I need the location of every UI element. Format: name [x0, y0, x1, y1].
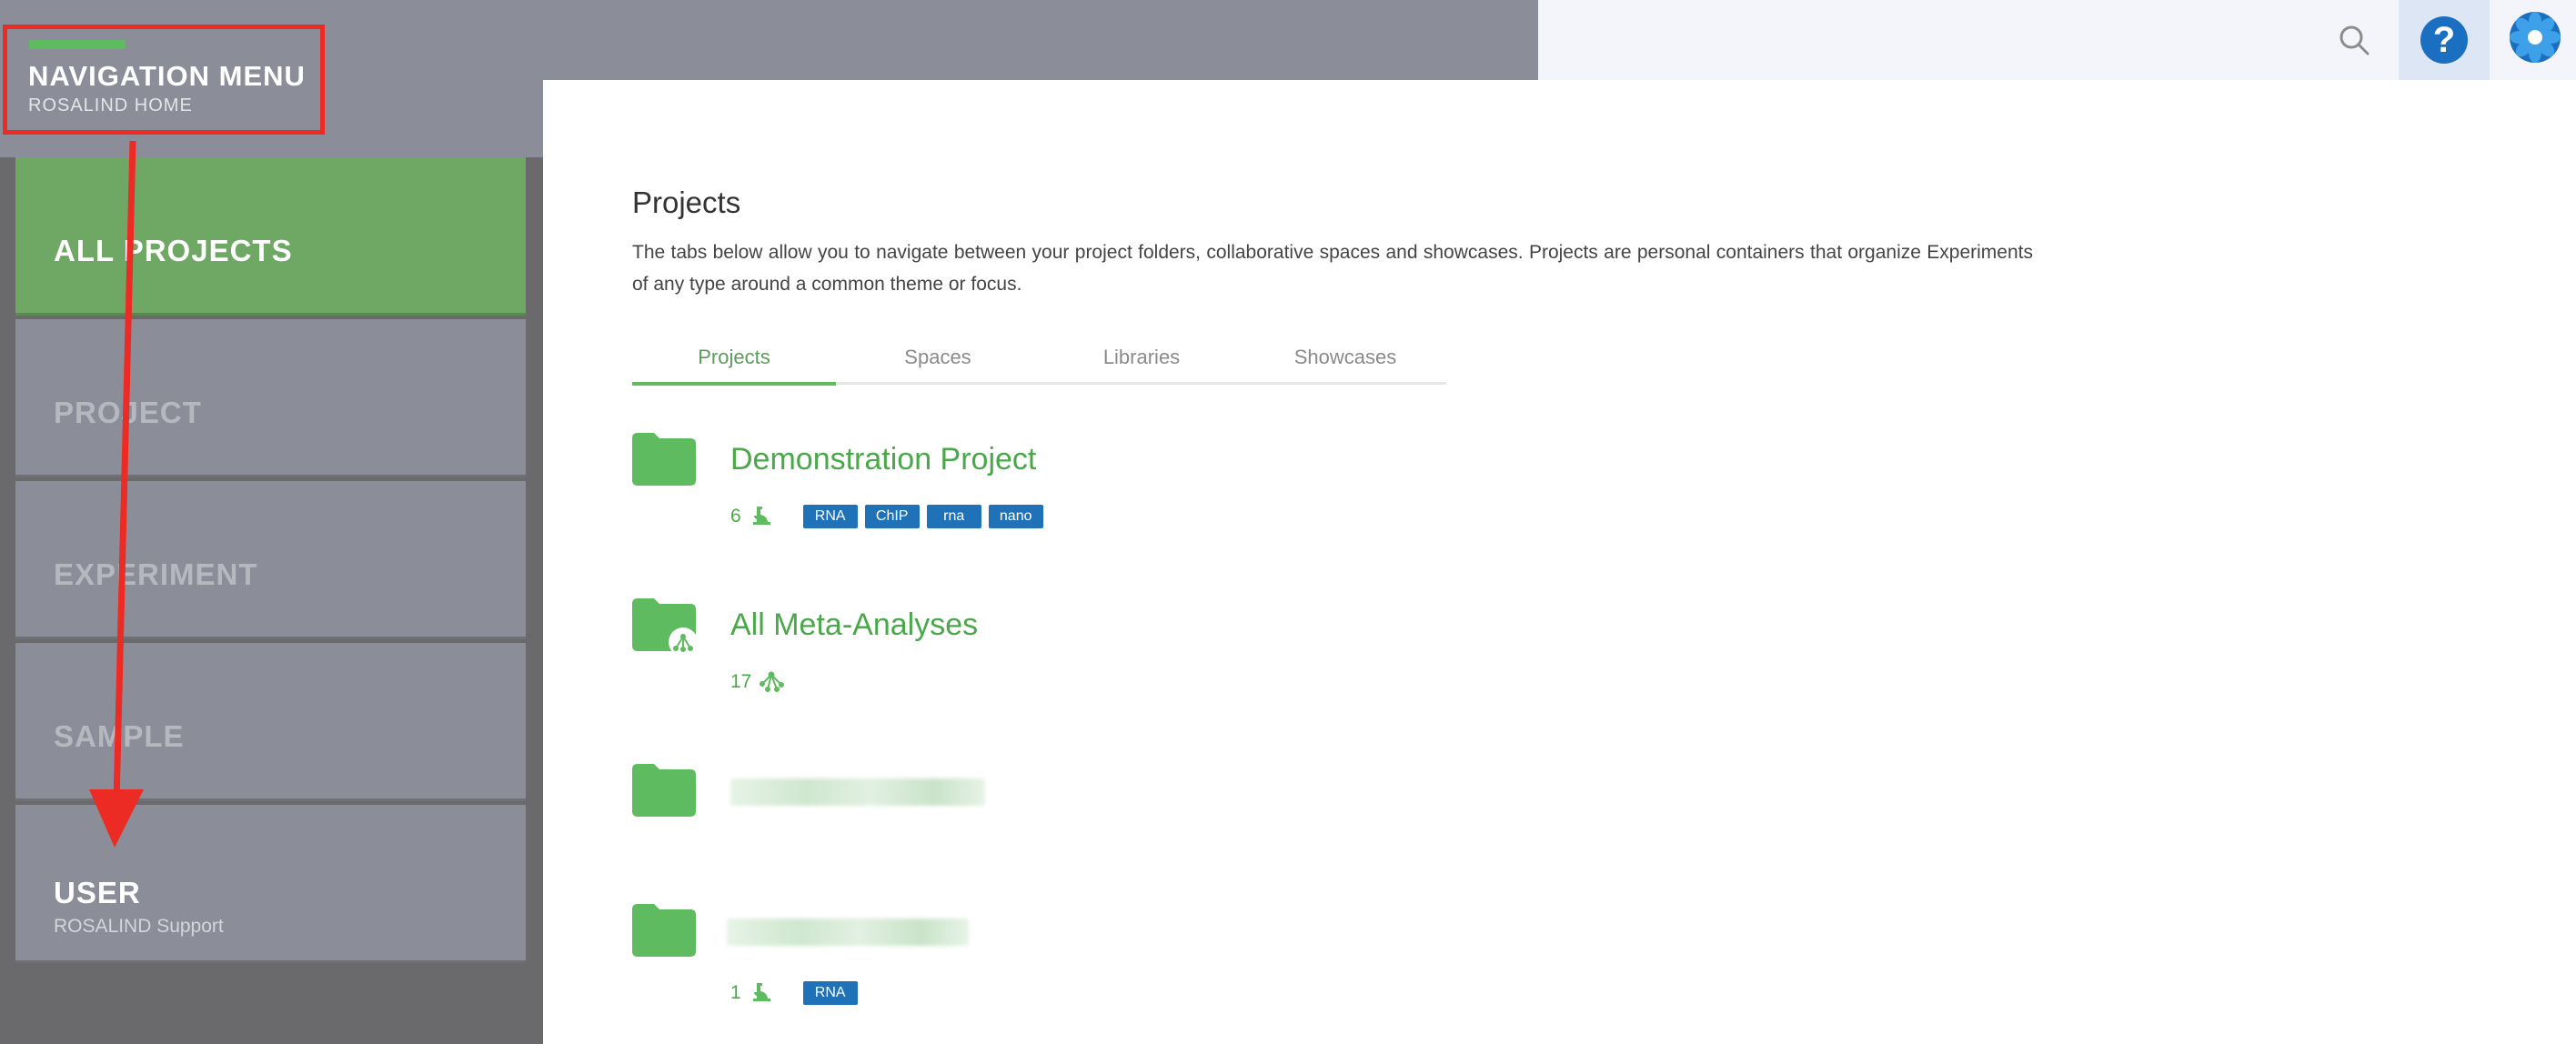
sidebar-item-all-projects[interactable]: ALL PROJECTS [15, 157, 526, 316]
meta-analysis-icon [760, 671, 785, 692]
folder-icon [632, 764, 696, 817]
meta-analysis-folder-icon [632, 598, 698, 657]
project-item[interactable] [632, 764, 1087, 837]
tag-badge: RNA [802, 981, 858, 1005]
sidebar: ALL PROJECTS PROJECT EXPERIMENT SAMPLE U… [0, 157, 543, 1044]
sidebar-item-label: PROJECT [54, 396, 202, 429]
project-tabs: Projects Spaces Libraries Showcases [632, 346, 1447, 386]
sidebar-item-label: USER [54, 876, 141, 909]
experiment-icon [752, 507, 770, 525]
meta-analysis-count: 17 [730, 671, 752, 692]
project-name[interactable]: All Meta-Analyses [730, 607, 978, 643]
project-item[interactable]: Demonstration Project 6 RNA ChIP rna nan… [632, 433, 1087, 533]
tag-badge: rna [926, 505, 981, 528]
project-meta: 17 [730, 669, 806, 695]
tab-spaces[interactable]: Spaces [836, 346, 1040, 382]
page-title: Projects [632, 186, 741, 219]
page-description: The tabs below allow you to navigate bet… [632, 242, 2033, 295]
sidebar-item-experiment[interactable]: EXPERIMENT [15, 481, 526, 639]
tab-showcases[interactable]: Showcases [1243, 346, 1447, 382]
sidebar-item-sample[interactable]: SAMPLE [15, 643, 526, 801]
experiment-count: 1 [730, 982, 741, 1003]
project-meta: 1 RNA [730, 980, 858, 1006]
tab-libraries[interactable]: Libraries [1040, 346, 1243, 382]
folder-icon [632, 904, 696, 957]
project-name[interactable]: Demonstration Project [730, 442, 1036, 477]
tag-badge: ChIP [864, 505, 920, 528]
sidebar-item-label: ALL PROJECTS [54, 234, 293, 267]
tab-projects[interactable]: Projects [632, 346, 836, 386]
sidebar-item-label: EXPERIMENT [54, 557, 258, 591]
help-icon: ? [2420, 16, 2468, 64]
main-content: Projects The tabs below allow you to nav… [543, 80, 2576, 1044]
project-item[interactable]: All Meta-Analyses 17 [632, 598, 1087, 698]
sidebar-item-project[interactable]: PROJECT [15, 319, 526, 477]
top-bar: ? [1537, 0, 2576, 81]
project-meta: 6 RNA ChIP rna nano [730, 504, 1043, 529]
search-icon[interactable] [2334, 20, 2374, 60]
experiment-icon [752, 983, 770, 1001]
redacted-project-name [730, 778, 985, 806]
sidebar-item-label: SAMPLE [54, 719, 185, 753]
tag-badge: RNA [802, 505, 858, 528]
annotation-highlight-box [3, 25, 325, 135]
help-button[interactable]: ? [2399, 0, 2490, 80]
experiment-count: 6 [730, 506, 741, 527]
folder-icon [632, 433, 696, 486]
tag-badge: nano [988, 505, 1043, 528]
sidebar-item-user[interactable]: USER ROSALIND Support [15, 805, 526, 963]
project-item[interactable]: 1 RNA [632, 904, 1087, 1006]
sidebar-item-sublabel: ROSALIND Support [54, 916, 224, 937]
redacted-project-name [727, 919, 969, 946]
rosalind-logo-icon[interactable] [2505, 7, 2565, 67]
